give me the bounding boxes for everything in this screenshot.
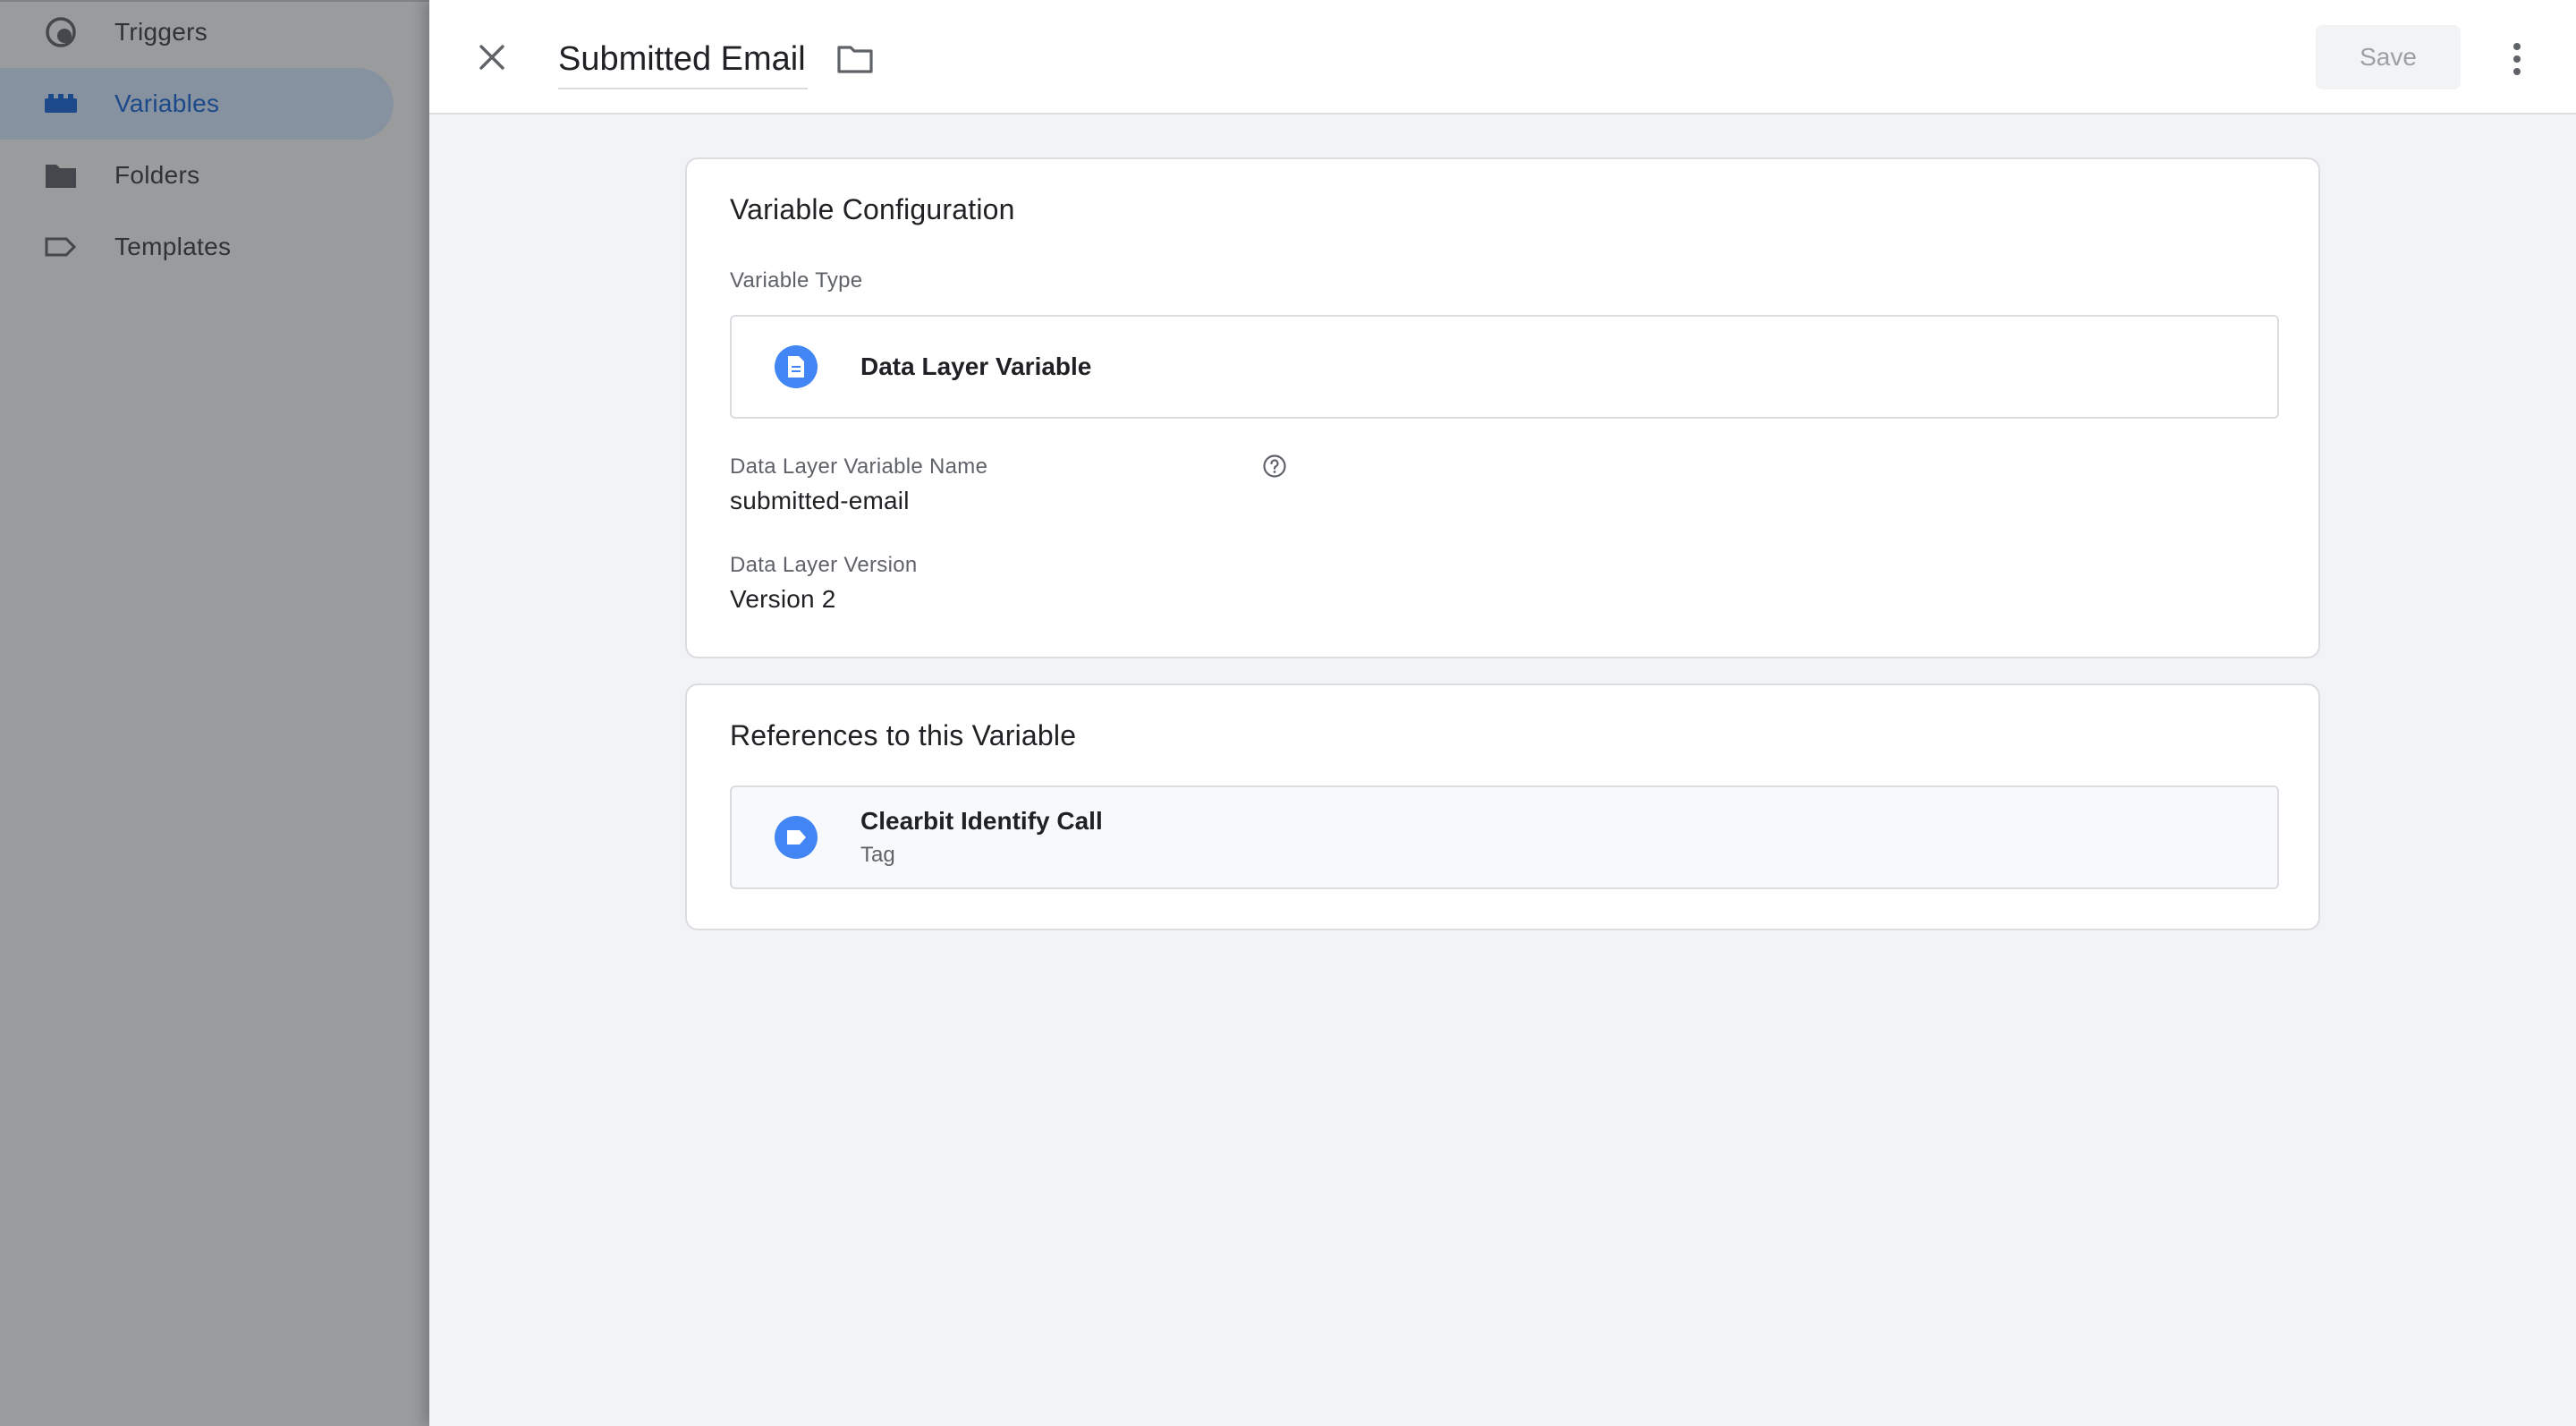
reference-item[interactable]: Clearbit Identify Call Tag (730, 785, 2279, 889)
dl-version-label: Data Layer Version (730, 553, 918, 577)
page-title[interactable]: Submitted Email (558, 36, 808, 89)
card-title: Variable Configuration (730, 193, 1015, 225)
dl-version-value: Version 2 (730, 585, 836, 613)
sidebar-item-label: Templates (114, 233, 232, 260)
help-icon[interactable] (1261, 453, 1288, 480)
more-vert-icon (2513, 43, 2521, 75)
sidebar-item-folders[interactable]: Folders (0, 140, 394, 211)
move-to-folder-button[interactable] (835, 41, 875, 77)
dlv-name-label: Data Layer Variable Name (730, 454, 988, 479)
dlv-name-value: submitted-email (730, 487, 910, 514)
variables-icon (43, 86, 79, 122)
variable-configuration-card[interactable]: Variable Configuration Variable Type Dat… (685, 157, 2320, 658)
variable-type-selector[interactable]: Data Layer Variable (730, 315, 2279, 419)
folder-outline-icon (837, 46, 873, 73)
variable-type-name: Data Layer Variable (860, 352, 1092, 380)
document-icon (775, 345, 818, 388)
references-card: References to this Variable Clearbit Ide… (685, 683, 2320, 930)
reference-kind: Tag (860, 843, 895, 867)
sidebar-item-triggers[interactable]: Triggers (0, 0, 394, 68)
template-icon (43, 229, 79, 265)
save-button[interactable]: Save (2316, 25, 2461, 89)
sidebar-item-label: Folders (114, 161, 200, 189)
trigger-icon (43, 14, 79, 50)
variable-editor-panel: Submitted Email Save Variable Configurat… (429, 0, 2576, 1426)
more-options-button[interactable] (2499, 39, 2535, 79)
close-icon (479, 45, 504, 70)
reference-name: Clearbit Identify Call (860, 807, 1103, 835)
sidebar-item-label: Triggers (114, 18, 208, 46)
sidebar-item-templates[interactable]: Templates (0, 211, 394, 283)
close-button[interactable] (474, 39, 510, 75)
folder-icon (43, 157, 79, 193)
sidebar-item-label: Variables (114, 89, 220, 117)
sidebar-item-variables[interactable]: Variables (0, 68, 394, 140)
panel-header: Submitted Email Save (429, 0, 2576, 115)
variable-type-label: Variable Type (730, 268, 863, 293)
card-title: References to this Variable (730, 719, 1077, 751)
sidebar: Triggers Variables Folders Templates (0, 0, 429, 1426)
tag-icon (775, 816, 818, 859)
